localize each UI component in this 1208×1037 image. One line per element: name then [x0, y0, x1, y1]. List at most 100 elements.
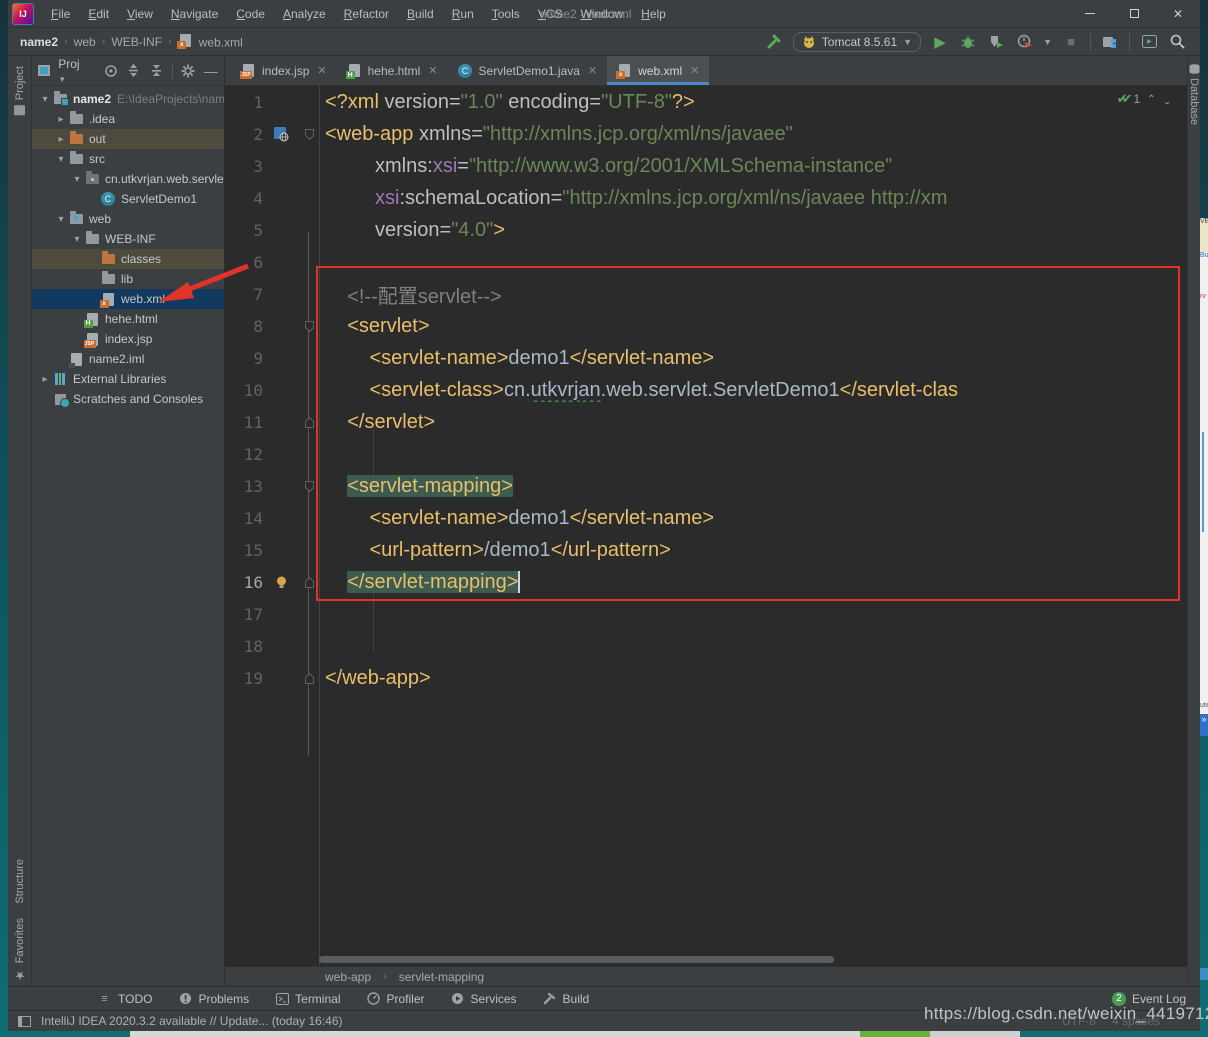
- close-tab-icon[interactable]: ✕: [588, 64, 597, 77]
- tool-window-button-todo[interactable]: ≡TODO: [98, 992, 152, 1006]
- editor[interactable]: 1<?xml version="1.0" encoding="UTF-8"?>2…: [225, 86, 1187, 966]
- code-line[interactable]: 14 <servlet-name>demo1</servlet-name>: [225, 502, 1187, 534]
- menu-run[interactable]: Run: [443, 0, 483, 28]
- build-hammer-icon[interactable]: [765, 33, 783, 51]
- tree-item-web[interactable]: ▾web: [32, 209, 224, 229]
- chevron-open-icon[interactable]: ▾: [38, 94, 52, 105]
- tree-item-name2[interactable]: ▾name2E:\IdeaProjects\name2: [32, 89, 224, 109]
- menu-analyze[interactable]: Analyze: [274, 0, 335, 28]
- menu-help[interactable]: Help: [632, 0, 675, 28]
- fold-start-icon[interactable]: [299, 320, 319, 333]
- status-widget-4-spaces[interactable]: 4 spaces: [1112, 1014, 1160, 1028]
- tool-window-button-build[interactable]: Build: [543, 992, 590, 1006]
- code-line[interactable]: 11 </servlet>: [225, 406, 1187, 438]
- chevron-closed-icon[interactable]: ▸: [38, 374, 52, 385]
- profiler-button[interactable]: [1015, 33, 1033, 51]
- run-button[interactable]: ▶: [931, 33, 949, 51]
- breadcrumb-name2[interactable]: name2: [18, 35, 60, 49]
- tree-item-scratches-and-consoles[interactable]: Scratches and Consoles: [32, 389, 224, 409]
- menu-view[interactable]: View: [118, 0, 162, 28]
- debug-button[interactable]: [959, 33, 977, 51]
- code-line[interactable]: 2<web-app xmlns="http://xmlns.jcp.org/xm…: [225, 118, 1187, 150]
- horizontal-scrollbar[interactable]: [319, 956, 834, 963]
- next-problem-icon[interactable]: ⌃: [1163, 94, 1171, 105]
- code-line[interactable]: 1<?xml version="1.0" encoding="UTF-8"?>: [225, 86, 1187, 118]
- status-right-widgets[interactable]: UTF-84 spaces: [1062, 1014, 1190, 1028]
- tree-item-out[interactable]: ▸out: [32, 129, 224, 149]
- menu-refactor[interactable]: Refactor: [335, 0, 398, 28]
- tree-item-web-xml[interactable]: xweb.xml: [32, 289, 224, 309]
- tab-hehe-html[interactable]: Hhehe.html✕: [337, 56, 448, 85]
- tree-item-lib[interactable]: lib: [32, 269, 224, 289]
- code-line[interactable]: 3 xmlns:xsi="http://www.w3.org/2001/XMLS…: [225, 150, 1187, 182]
- prev-problem-icon[interactable]: ⌃: [1147, 94, 1155, 105]
- tree-item-web-inf[interactable]: ▾WEB-INF: [32, 229, 224, 249]
- minimize-button[interactable]: [1068, 0, 1112, 28]
- code-line[interactable]: 7 <!--配置servlet-->: [225, 278, 1187, 310]
- bulb-icon[interactable]: [263, 575, 299, 589]
- menu-tools[interactable]: Tools: [483, 0, 529, 28]
- tree-item-idea[interactable]: ▸.idea: [32, 109, 224, 129]
- tool-window-database[interactable]: Database: [1188, 64, 1200, 125]
- tab-web-xml[interactable]: xweb.xml✕: [607, 56, 709, 85]
- breadcrumb-web-xml[interactable]: xweb.xml: [176, 33, 245, 50]
- code-line[interactable]: 16 </servlet-mapping>: [225, 566, 1187, 598]
- code-line[interactable]: 5 version="4.0">: [225, 214, 1187, 246]
- maximize-button[interactable]: [1112, 0, 1156, 28]
- code-line[interactable]: 17: [225, 598, 1187, 630]
- run-with-coverage-button[interactable]: [987, 33, 1005, 51]
- code-line[interactable]: 10 <servlet-class>cn.utkvrjan.web.servle…: [225, 374, 1187, 406]
- expand-all-icon[interactable]: [127, 63, 142, 79]
- chevron-closed-icon[interactable]: ▸: [54, 114, 68, 125]
- tool-window-project[interactable]: Project: [14, 66, 26, 115]
- close-tab-icon[interactable]: ✕: [690, 64, 699, 77]
- menu-code[interactable]: Code: [227, 0, 274, 28]
- restore-windows-icon[interactable]: [18, 1016, 31, 1027]
- chevron-open-icon[interactable]: ▾: [54, 154, 68, 165]
- code-line[interactable]: 18: [225, 630, 1187, 662]
- search-everywhere-icon[interactable]: [1168, 33, 1186, 51]
- inspections-widget[interactable]: ✔✔ 1 ⌃ ⌃: [1117, 91, 1171, 107]
- run-configuration-select[interactable]: Tomcat 8.5.61 ▼: [793, 32, 921, 52]
- tree-item-servletdemo1[interactable]: CServletDemo1: [32, 189, 224, 209]
- menu-build[interactable]: Build: [398, 0, 443, 28]
- chevron-open-icon[interactable]: ▾: [54, 214, 68, 225]
- close-tab-icon[interactable]: ✕: [428, 64, 437, 77]
- tree-item-external-libraries[interactable]: ▸External Libraries: [32, 369, 224, 389]
- project-view-selector[interactable]: Proj ▼: [58, 57, 88, 85]
- status-message[interactable]: IntelliJ IDEA 2020.3.2 available // Upda…: [41, 1014, 343, 1028]
- fold-start-icon[interactable]: [299, 480, 319, 493]
- tree-item-name2-iml[interactable]: name2.iml: [32, 349, 224, 369]
- tree-item-cn-utkvrjan-web-servlet[interactable]: ▾cn.utkvrjan.web.servlet: [32, 169, 224, 189]
- code-line[interactable]: 8 <servlet>: [225, 310, 1187, 342]
- locate-file-icon[interactable]: [104, 63, 119, 79]
- tool-window-structure[interactable]: Structure: [14, 859, 26, 904]
- breadcrumb-web[interactable]: web: [72, 35, 98, 49]
- menu-navigate[interactable]: Navigate: [162, 0, 227, 28]
- code-area[interactable]: 1<?xml version="1.0" encoding="UTF-8"?>2…: [225, 86, 1187, 966]
- collapse-all-icon[interactable]: [149, 63, 164, 79]
- editor-breadcrumb-servlet-mapping[interactable]: servlet-mapping: [399, 970, 484, 984]
- profiler-dropdown-icon[interactable]: ▼: [1043, 37, 1052, 47]
- code-line[interactable]: 6: [225, 246, 1187, 278]
- close-button[interactable]: ✕: [1156, 0, 1200, 28]
- hide-panel-icon[interactable]: —: [203, 63, 218, 79]
- code-line[interactable]: 9 <servlet-name>demo1</servlet-name>: [225, 342, 1187, 374]
- menu-file[interactable]: File: [42, 0, 79, 28]
- tree-item-classes[interactable]: classes: [32, 249, 224, 269]
- tool-window-favorites[interactable]: ★Favorites: [13, 918, 27, 982]
- tab-index-jsp[interactable]: JSPindex.jsp✕: [231, 56, 337, 85]
- tab-servletdemo1-java[interactable]: CServletDemo1.java✕: [448, 56, 608, 85]
- tool-window-button-terminal[interactable]: Terminal: [275, 992, 340, 1006]
- breadcrumb-web-inf[interactable]: WEB-INF: [109, 35, 164, 49]
- code-line[interactable]: 12: [225, 438, 1187, 470]
- tool-window-button-profiler[interactable]: Profiler: [367, 992, 425, 1006]
- menu-edit[interactable]: Edit: [79, 0, 118, 28]
- project-structure-icon[interactable]: [1101, 33, 1119, 51]
- fold-start-icon[interactable]: [299, 128, 319, 141]
- tree-item-src[interactable]: ▾src: [32, 149, 224, 169]
- close-tab-icon[interactable]: ✕: [317, 64, 326, 77]
- chevron-closed-icon[interactable]: ▸: [54, 134, 68, 145]
- fold-end-icon[interactable]: [299, 416, 319, 429]
- tool-window-button-services[interactable]: Services: [451, 992, 517, 1006]
